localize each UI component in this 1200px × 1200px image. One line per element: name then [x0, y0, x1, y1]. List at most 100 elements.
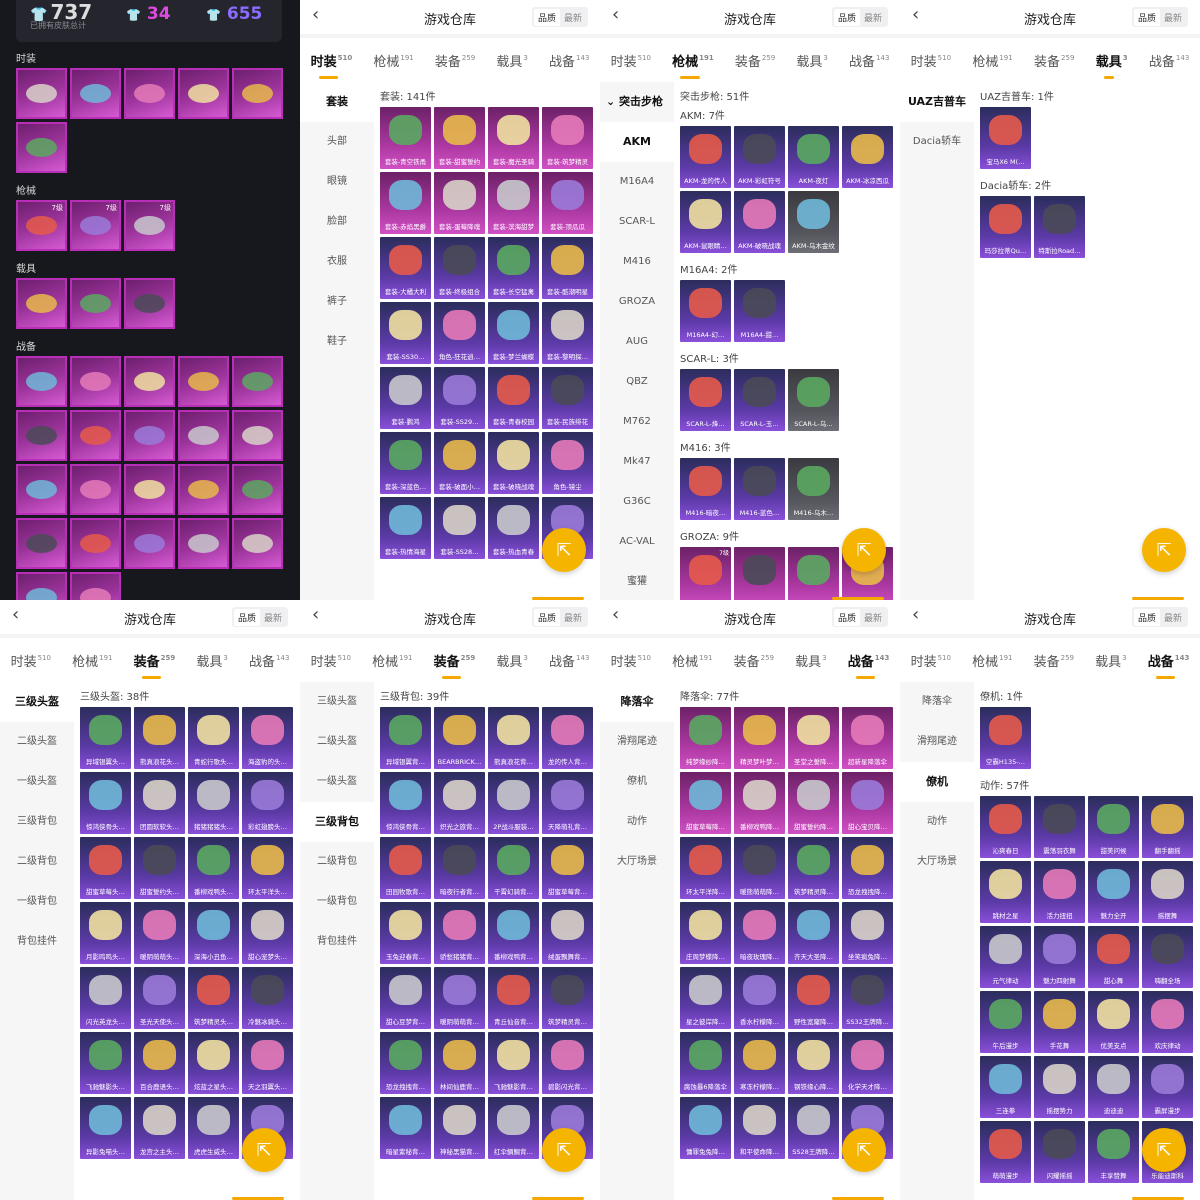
item-tile[interactable]: 宝马X6 M(… — [980, 107, 1031, 169]
skin-tile[interactable] — [70, 518, 121, 569]
item-tile[interactable]: 沁爽春日 — [980, 796, 1031, 858]
item-tile[interactable]: 熊真浪花背… — [488, 707, 539, 769]
sidebar-item[interactable]: 僚机 — [600, 762, 674, 802]
item-tile[interactable]: 碧影闪光背… — [542, 1032, 593, 1094]
item-tile[interactable]: BEARBRICK… — [434, 707, 485, 769]
skin-tile[interactable] — [16, 410, 67, 461]
item-tile[interactable]: 钢铁缘心降… — [788, 1032, 839, 1094]
sidebar-item[interactable]: 脸部 — [300, 202, 374, 242]
item-tile[interactable] — [734, 547, 785, 600]
sidebar-item[interactable]: 二级头盔 — [300, 722, 374, 762]
item-tile[interactable]: SCAR-L-乌… — [788, 369, 839, 431]
skin-tile[interactable]: 7级 — [70, 200, 121, 251]
sidebar-item[interactable]: 三级背包 — [300, 802, 374, 842]
sidebar-item[interactable]: 衣服 — [300, 242, 374, 282]
tab-1[interactable]: 枪械191 — [373, 51, 413, 69]
tab-4[interactable]: 战备143 — [549, 51, 589, 69]
item-tile[interactable]: 海盗豹的头… — [242, 707, 293, 769]
sort-latest-button[interactable]: 最新 — [560, 609, 586, 626]
item-tile[interactable]: 闪耀摇摇 — [1034, 1121, 1085, 1183]
tab-1[interactable]: 枪械191 — [672, 651, 712, 669]
sidebar-item[interactable]: 滑翔尾迹 — [600, 722, 674, 762]
item-tile[interactable]: AKM-夜灯 — [788, 126, 839, 188]
item-tile[interactable]: 化学天才降… — [842, 1032, 893, 1094]
item-tile[interactable]: 套装-赤焰黑爵 — [380, 172, 431, 234]
item-tile[interactable]: 丰享赞舞 — [1088, 1121, 1139, 1183]
item-tile[interactable]: 三连拳 — [980, 1056, 1031, 1118]
tab-1[interactable]: 枪械191 — [972, 51, 1012, 69]
sidebar-item[interactable]: AC-VAL — [600, 522, 674, 562]
item-tile[interactable]: 番柳戏鸭背… — [488, 902, 539, 964]
sidebar-item[interactable]: 一级背包 — [300, 882, 374, 922]
item-tile[interactable]: 手花舞 — [1034, 991, 1085, 1053]
tab-2[interactable]: 装备259 — [434, 651, 475, 679]
item-tile[interactable]: 香水柠檬降… — [734, 967, 785, 1029]
item-tile[interactable]: 套装-终极组合 — [434, 237, 485, 299]
item-tile[interactable]: 冷魅冰骑头… — [242, 967, 293, 1029]
sidebar-item[interactable]: 二级头盔 — [0, 722, 74, 762]
sidebar-item[interactable]: AUG — [600, 322, 674, 362]
item-tile[interactable]: 寒冻柠檬降… — [734, 1032, 785, 1094]
item-tile[interactable]: 套装-酷潮明星 — [542, 237, 593, 299]
share-button[interactable]: ⇱ — [1142, 528, 1186, 572]
item-tile[interactable]: 慵罪兔兔降… — [680, 1097, 731, 1159]
skin-tile[interactable]: 7级 — [124, 200, 175, 251]
skin-tile[interactable] — [70, 464, 121, 515]
tab-3[interactable]: 载具3 — [1095, 651, 1126, 669]
sidebar-item[interactable]: 二级背包 — [0, 842, 74, 882]
tab-0[interactable]: 时装510 — [11, 651, 51, 669]
item-tile[interactable]: 骄愁猪猪背… — [434, 902, 485, 964]
tab-0[interactable]: 时装510 — [611, 651, 651, 669]
item-tile[interactable]: 7级 — [680, 547, 731, 600]
tab-0[interactable]: 时装510 — [611, 51, 651, 69]
sidebar-item[interactable]: M762 — [600, 402, 674, 442]
item-tile[interactable]: M416-暗夜… — [680, 458, 731, 520]
item-tile[interactable]: 2P战斗服装… — [488, 772, 539, 834]
tab-2[interactable]: 装备259 — [134, 651, 175, 679]
item-tile[interactable]: 魅力四射舞 — [1034, 926, 1085, 988]
skin-tile[interactable] — [16, 278, 67, 329]
item-tile[interactable]: 套装-梦兰蝴蝶 — [488, 302, 539, 364]
skin-tile[interactable] — [178, 410, 229, 461]
sidebar-item[interactable]: 大厅场景 — [900, 842, 974, 882]
item-tile[interactable]: 彩虹翅膀头… — [242, 772, 293, 834]
sidebar-item[interactable]: 动作 — [900, 802, 974, 842]
item-tile[interactable]: 甜心宠梦头… — [242, 902, 293, 964]
item-tile[interactable]: 套装-破面小… — [434, 432, 485, 494]
tab-3[interactable]: 载具3 — [795, 651, 826, 669]
item-tile[interactable]: M16A4-幻… — [680, 280, 731, 342]
item-tile[interactable]: 惊鸿侠骨头… — [80, 772, 131, 834]
item-tile[interactable]: 套装-蛋莓降魂 — [434, 172, 485, 234]
skin-tile[interactable] — [232, 464, 283, 515]
item-tile[interactable]: 套装-SS29… — [434, 367, 485, 429]
sidebar-item[interactable]: QBZ — [600, 362, 674, 402]
tab-4[interactable]: 战备143 — [848, 651, 889, 679]
share-button[interactable]: ⇱ — [542, 528, 586, 572]
item-tile[interactable]: 迪迪迪 — [1088, 1056, 1139, 1118]
sidebar-item[interactable]: AKM — [600, 122, 674, 162]
item-tile[interactable]: 套装-民族绯花 — [542, 367, 593, 429]
item-tile[interactable]: 圣光天使头… — [134, 967, 185, 1029]
tab-2[interactable]: 装备259 — [734, 651, 774, 669]
skin-tile[interactable] — [16, 356, 67, 407]
item-tile[interactable]: 飞驰魅影头… — [80, 1032, 131, 1094]
item-tile[interactable]: AKM-彩虹符号 — [734, 126, 785, 188]
item-tile[interactable]: 套装-滨海甜梦 — [488, 172, 539, 234]
item-tile[interactable]: 筑梦精灵头… — [188, 967, 239, 1029]
item-tile[interactable]: AKM-乌木金纹 — [788, 191, 839, 253]
skin-tile[interactable] — [16, 68, 67, 119]
item-tile[interactable]: 嗨翻全场 — [1142, 926, 1193, 988]
tab-2[interactable]: 装备259 — [1034, 651, 1074, 669]
skin-tile[interactable] — [178, 356, 229, 407]
item-tile[interactable]: 绒蛋飘舞背… — [542, 902, 593, 964]
skin-tile[interactable] — [232, 518, 283, 569]
tab-4[interactable]: 战备143 — [549, 651, 589, 669]
item-tile[interactable]: 暗夜行者背… — [434, 837, 485, 899]
skin-tile[interactable] — [70, 278, 121, 329]
item-tile[interactable]: 暗星紫秘背… — [380, 1097, 431, 1159]
item-tile[interactable]: 套装-破晓战魂 — [488, 432, 539, 494]
skin-tile[interactable] — [178, 518, 229, 569]
tab-1[interactable]: 枪械191 — [972, 651, 1012, 669]
item-tile[interactable]: SCAR-L-烽… — [680, 369, 731, 431]
item-tile[interactable]: 天之羽翼头… — [242, 1032, 293, 1094]
